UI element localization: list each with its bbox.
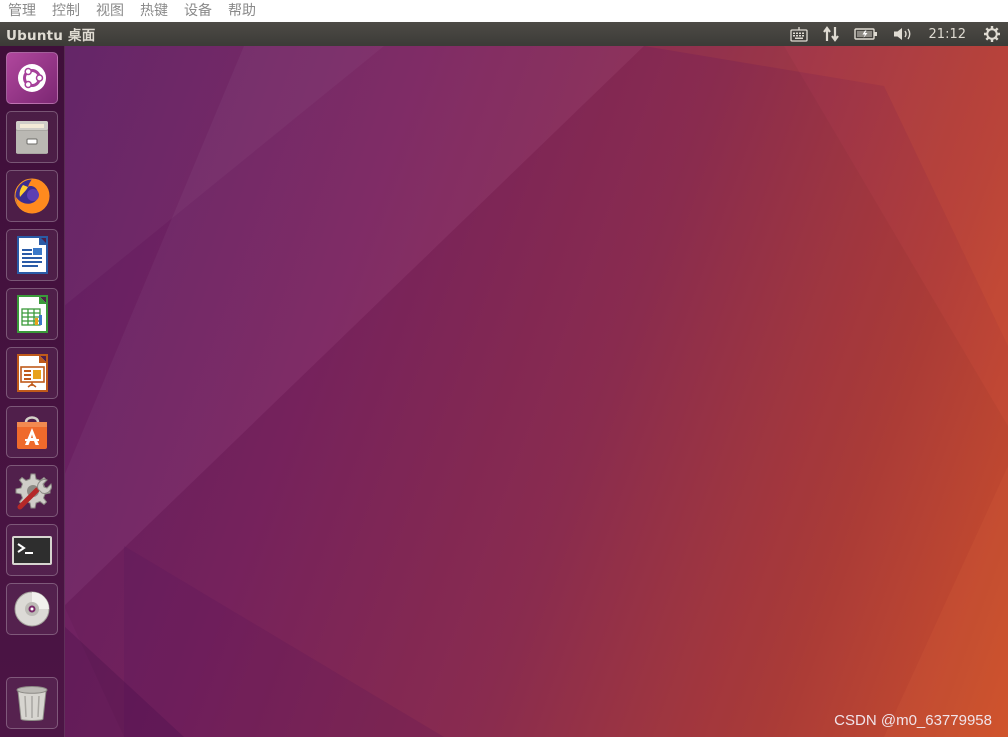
menu-manage[interactable]: 管理	[0, 0, 44, 22]
software-center-icon[interactable]	[6, 406, 58, 458]
firefox-icon[interactable]	[6, 170, 58, 222]
libreoffice-writer-icon[interactable]	[6, 229, 58, 281]
libreoffice-impress-icon[interactable]	[6, 347, 58, 399]
gear-icon[interactable]	[976, 22, 1008, 46]
panel-clock[interactable]: 21:12	[921, 27, 976, 42]
menu-help[interactable]: 帮助	[220, 0, 264, 22]
wallpaper-facets	[64, 46, 1008, 737]
menu-control[interactable]: 控制	[44, 0, 88, 22]
vbox-menubar: 管理 控制 视图 热键 设备 帮助	[0, 0, 1008, 22]
volume-icon[interactable]	[885, 22, 921, 46]
menu-view[interactable]: 视图	[88, 0, 132, 22]
desktop-wallpaper[interactable]: CSDN @m0_63779958	[64, 46, 1008, 737]
top-panel: Ubuntu 桌面 21:12	[0, 22, 1008, 46]
terminal-icon[interactable]	[6, 524, 58, 576]
files-icon[interactable]	[6, 111, 58, 163]
menu-hotkeys[interactable]: 热键	[132, 0, 176, 22]
indicator-area: 21:12	[783, 22, 1008, 46]
trash-icon[interactable]	[6, 677, 58, 729]
system-settings-icon[interactable]	[6, 465, 58, 517]
csdn-watermark: CSDN @m0_63779958	[834, 712, 992, 729]
ubuntu-dash-icon[interactable]	[6, 52, 58, 104]
network-icon[interactable]	[815, 22, 847, 46]
panel-title: Ubuntu 桌面	[6, 28, 96, 44]
battery-icon[interactable]	[847, 22, 885, 46]
dvd-icon[interactable]	[6, 583, 58, 635]
keyboard-icon[interactable]	[783, 22, 815, 46]
menu-devices[interactable]: 设备	[176, 0, 220, 22]
unity-launcher	[0, 46, 65, 737]
libreoffice-calc-icon[interactable]	[6, 288, 58, 340]
